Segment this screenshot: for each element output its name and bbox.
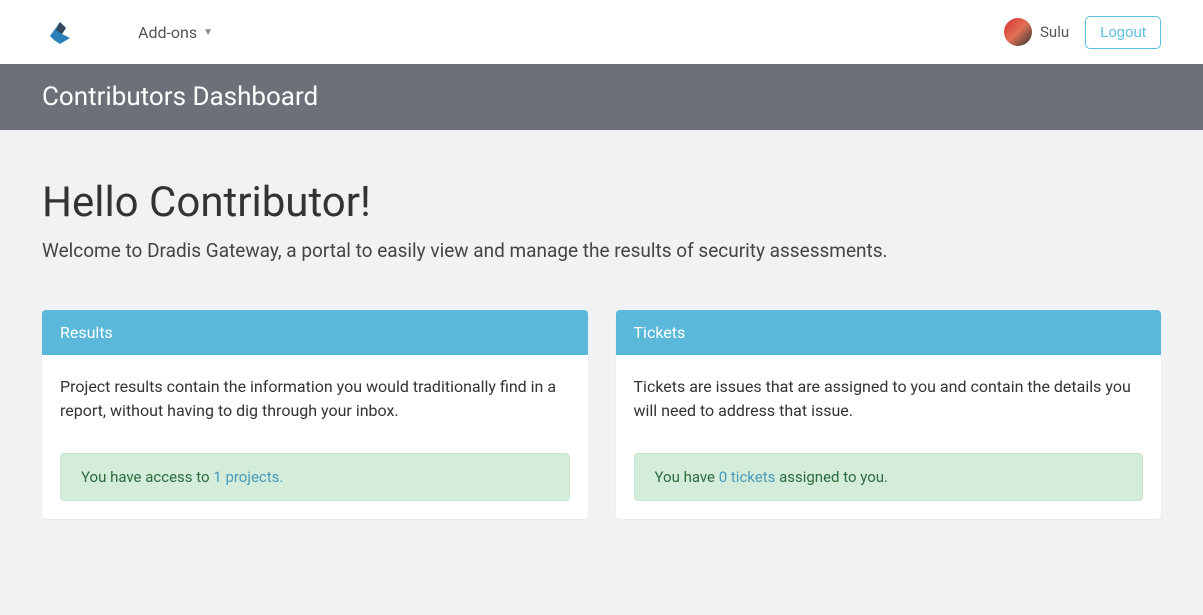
user-section[interactable]: Sulu [1004,18,1069,46]
tickets-card-text: Tickets are issues that are assigned to … [634,375,1144,423]
logo-icon[interactable] [42,14,78,50]
results-card: Results Project results contain the info… [42,310,588,519]
avatar [1004,18,1032,46]
results-card-text: Project results contain the information … [60,375,570,423]
tickets-card-header: Tickets [616,310,1162,355]
tickets-alert-prefix: You have [655,468,719,486]
navbar-right: Sulu Logout [1004,16,1161,49]
tickets-link[interactable]: 0 tickets [719,468,776,486]
results-card-header: Results [42,310,588,355]
chevron-down-icon: ▼ [203,27,213,38]
tickets-alert: You have 0 tickets assigned to you. [634,453,1144,501]
main-content: Hello Contributor! Welcome to Dradis Gat… [0,130,1203,567]
results-projects-link[interactable]: 1 projects. [213,468,283,486]
tickets-alert-suffix: assigned to you. [775,468,888,486]
greeting: Hello Contributor! [42,178,1161,227]
addons-label: Add-ons [138,23,197,42]
cards-row: Results Project results contain the info… [42,310,1161,519]
results-card-body: Project results contain the information … [42,355,588,519]
logout-button[interactable]: Logout [1085,16,1161,49]
tickets-card: Tickets Tickets are issues that are assi… [616,310,1162,519]
page-title: Contributors Dashboard [42,82,1161,112]
header-bar: Contributors Dashboard [0,64,1203,130]
subtitle: Welcome to Dradis Gateway, a portal to e… [42,239,1161,262]
addons-dropdown[interactable]: Add-ons ▼ [138,23,213,42]
username: Sulu [1040,23,1069,41]
tickets-card-body: Tickets are issues that are assigned to … [616,355,1162,519]
results-alert-prefix: You have access to [81,468,213,486]
results-alert: You have access to 1 projects. [60,453,570,501]
navbar-left: Add-ons ▼ [42,14,213,50]
navbar: Add-ons ▼ Sulu Logout [0,0,1203,64]
